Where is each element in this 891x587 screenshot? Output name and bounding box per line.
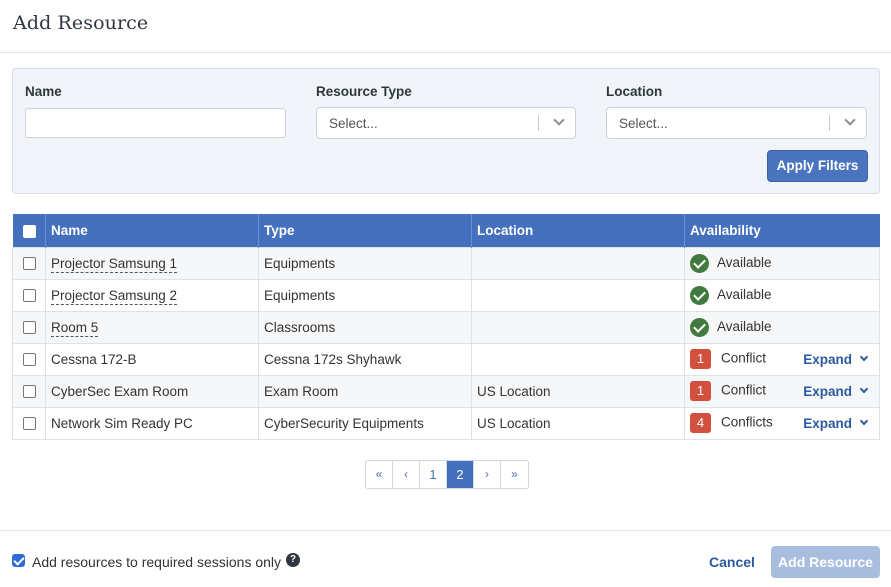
- chevron-down-icon: [553, 114, 565, 126]
- chevron-down-icon: [844, 114, 856, 126]
- table-row: CyberSec Exam Room Exam Room US Location…: [12, 374, 880, 408]
- expand-label: Expand: [803, 351, 852, 367]
- page-button-2[interactable]: 2: [447, 461, 474, 488]
- conflict-count-badge: 1: [690, 349, 711, 369]
- row-checkbox[interactable]: [23, 353, 36, 367]
- resource-type: Classrooms: [258, 310, 472, 344]
- resource-name-link[interactable]: Projector Samsung 1: [51, 255, 178, 273]
- select-all-checkbox[interactable]: [22, 224, 36, 238]
- expand-label: Expand: [803, 383, 852, 399]
- expand-button[interactable]: Expand: [803, 383, 869, 399]
- modal-header: Add Resource: [0, 0, 891, 53]
- resource-location: [471, 342, 685, 376]
- column-header-name[interactable]: Name: [45, 214, 259, 247]
- chevron-down-icon: [859, 416, 869, 425]
- availability-status: Conflict: [721, 350, 767, 366]
- row-checkbox[interactable]: [23, 257, 36, 271]
- availability-status: Available: [717, 318, 772, 334]
- name-filter-label: Name: [25, 84, 62, 99]
- table-row: Network Sim Ready PC CyberSecurity Equip…: [12, 406, 880, 440]
- resource-type-placeholder: Select...: [329, 116, 378, 131]
- resource-name-link[interactable]: Projector Samsung 2: [51, 287, 178, 305]
- table-row: Cessna 172-B Cessna 172s Shyhawk 1 Confli…: [12, 342, 880, 376]
- check-circle-icon: [690, 253, 709, 273]
- chevron-down-icon: [859, 352, 869, 361]
- required-sessions-checkbox[interactable]: [12, 554, 25, 567]
- table-row: Projector Samsung 2 Equipments Available: [12, 278, 880, 312]
- footer-divider: [0, 530, 891, 531]
- location-select[interactable]: Select...: [606, 107, 867, 139]
- next-page-button[interactable]: ›: [474, 461, 501, 488]
- row-checkbox[interactable]: [23, 321, 36, 335]
- expand-button[interactable]: Expand: [803, 351, 869, 367]
- location-label: Location: [606, 84, 663, 99]
- resource-type: Cessna 172s Shyhawk: [258, 342, 472, 376]
- table-row: Room 5 Classrooms Available: [12, 310, 880, 344]
- availability-status: Available: [717, 254, 772, 270]
- resource-name-link[interactable]: Room 5: [51, 319, 99, 337]
- name-filter-input[interactable]: [25, 108, 286, 138]
- expand-label: Expand: [803, 415, 852, 431]
- row-checkbox[interactable]: [23, 289, 36, 303]
- resource-type: CyberSecurity Equipments: [258, 406, 472, 440]
- page-button-1[interactable]: 1: [420, 461, 447, 488]
- first-page-button[interactable]: «: [366, 461, 393, 488]
- row-checkbox[interactable]: [23, 417, 36, 431]
- availability-status: Conflicts: [721, 414, 773, 430]
- conflict-count-badge: 1: [690, 381, 711, 401]
- resource-location: US Location: [471, 374, 685, 408]
- add-resource-button[interactable]: Add Resource: [771, 546, 880, 578]
- availability-status: Available: [717, 286, 772, 302]
- resources-table: Name Type Location Availability Projecto…: [12, 214, 880, 440]
- resource-location: [471, 310, 685, 344]
- conflict-count-badge: 4: [690, 413, 711, 433]
- resource-type: Equipments: [258, 246, 472, 280]
- check-circle-icon: [690, 285, 709, 305]
- resource-location: US Location: [471, 406, 685, 440]
- resource-type: Exam Room: [258, 374, 472, 408]
- resource-location: [471, 278, 685, 312]
- required-sessions-label: Add resources to required sessions only: [32, 554, 282, 570]
- check-circle-icon: [690, 317, 709, 337]
- apply-filters-button[interactable]: Apply Filters: [767, 150, 868, 182]
- resource-name: Cessna 172-B: [45, 342, 259, 376]
- table-row: Projector Samsung 1 Equipments Available: [12, 246, 880, 280]
- prev-page-button[interactable]: ‹: [393, 461, 420, 488]
- select-all-cell: [12, 214, 46, 247]
- resource-type: Equipments: [258, 278, 472, 312]
- resource-location: [471, 246, 685, 280]
- modal-title: Add Resource: [13, 12, 149, 34]
- table-header-row: Name Type Location Availability: [12, 214, 880, 247]
- pagination: « ‹ 1 2 › »: [365, 460, 529, 489]
- cancel-button[interactable]: Cancel: [709, 554, 755, 570]
- availability-status: Conflict: [721, 382, 767, 398]
- expand-button[interactable]: Expand: [803, 415, 869, 431]
- resource-type-select[interactable]: Select...: [316, 107, 576, 139]
- resource-type-label: Resource Type: [316, 84, 412, 99]
- select-separator: [829, 115, 830, 131]
- column-header-type[interactable]: Type: [258, 214, 472, 247]
- filter-panel: Name Resource Type Select... Location Se…: [12, 68, 880, 194]
- resource-name: Network Sim Ready PC: [45, 406, 259, 440]
- row-checkbox[interactable]: [23, 385, 36, 399]
- chevron-down-icon: [859, 384, 869, 393]
- last-page-button[interactable]: »: [501, 461, 528, 488]
- column-header-availability[interactable]: Availability: [684, 214, 880, 247]
- column-header-location[interactable]: Location: [471, 214, 685, 247]
- resource-name: CyberSec Exam Room: [45, 374, 259, 408]
- location-placeholder: Select...: [619, 116, 668, 131]
- select-separator: [538, 115, 539, 131]
- help-icon[interactable]: ?: [286, 553, 300, 567]
